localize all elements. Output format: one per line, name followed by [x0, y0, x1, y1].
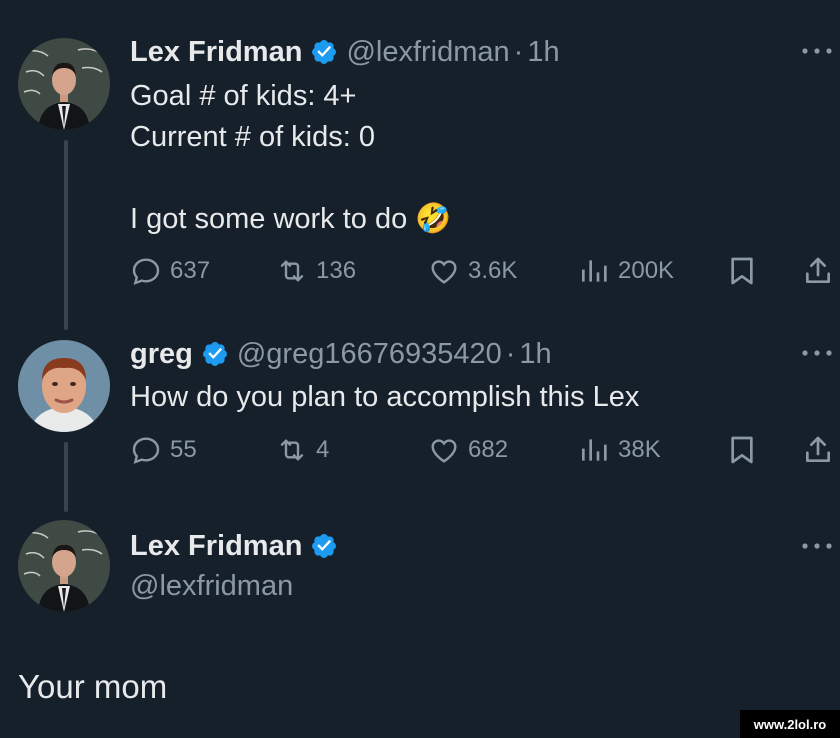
retweet-icon [276, 255, 308, 287]
tweet-header: Lex Fridman [130, 526, 346, 566]
tweet-text: How do you plan to accomplish this Lex [130, 381, 640, 413]
views-icon [578, 434, 610, 466]
reply-icon [130, 255, 162, 287]
share-button[interactable] [802, 251, 834, 291]
display-name[interactable]: greg [130, 338, 193, 371]
verified-badge-icon [201, 340, 229, 368]
verified-badge-icon [310, 38, 338, 66]
greg-avatar-image [18, 340, 110, 432]
timestamp[interactable]: 1h [527, 36, 559, 69]
separator: · [513, 35, 524, 68]
reply-button[interactable]: 637 [130, 251, 210, 291]
reply-button[interactable]: 55 [130, 430, 197, 470]
retweet-button[interactable]: 4 [276, 430, 329, 470]
display-name[interactable]: Lex Fridman [130, 530, 302, 563]
retweet-icon [276, 434, 308, 466]
tweet-header: greg @greg16676935420 · 1h [130, 334, 552, 374]
handle[interactable]: @lexfridman [130, 570, 293, 603]
handle[interactable]: @lexfridman [346, 36, 509, 69]
views-button[interactable]: 200K [578, 251, 674, 291]
retweet-count: 136 [316, 257, 357, 284]
timestamp[interactable]: 1h [519, 338, 551, 371]
watermark: www.2lol.ro [740, 710, 840, 738]
like-button[interactable]: 3.6K [428, 251, 517, 291]
more-icon[interactable] [800, 46, 834, 56]
reply-count: 55 [170, 436, 197, 463]
retweet-button[interactable]: 136 [276, 251, 356, 291]
like-button[interactable]: 682 [428, 430, 508, 470]
thread-line [64, 442, 68, 512]
display-name[interactable]: Lex Fridman [130, 36, 302, 69]
like-icon [428, 255, 460, 287]
lex-avatar-image [18, 38, 110, 130]
handle[interactable]: @greg16676935420 [237, 338, 502, 371]
tweet-handle-row: @lexfridman [130, 566, 293, 606]
separator: · [505, 337, 516, 370]
tweet-actions: 55 4 682 38K [130, 430, 840, 470]
tweet-lexfridman[interactable]: Lex Fridman @lexfridman · 1h Goal # of k… [0, 0, 840, 330]
views-count: 200K [618, 257, 675, 284]
tweet-actions: 637 136 3.6K 200K [130, 251, 840, 291]
views-count: 38K [618, 436, 661, 463]
share-button[interactable] [802, 430, 834, 470]
bookmark-icon [726, 255, 758, 287]
bookmark-icon [726, 434, 758, 466]
retweet-count: 4 [316, 436, 330, 463]
thread-line [64, 140, 68, 330]
views-icon [578, 255, 610, 287]
reply-text: Your mom [18, 668, 168, 705]
tweet-text: Goal # of kids: 4+ Current # of kids: 0 … [130, 80, 452, 235]
bookmark-button[interactable] [726, 251, 758, 291]
bookmark-button[interactable] [726, 430, 758, 470]
like-icon [428, 434, 460, 466]
lex-avatar-image [18, 520, 110, 612]
share-icon [802, 255, 834, 287]
like-count: 3.6K [468, 257, 518, 284]
views-button[interactable]: 38K [578, 430, 661, 470]
verified-badge-icon [310, 532, 338, 560]
share-icon [802, 434, 834, 466]
more-icon[interactable] [800, 541, 834, 551]
reply-count: 637 [170, 257, 211, 284]
reply-icon [130, 434, 162, 466]
tweet-header: Lex Fridman @lexfridman · 1h [130, 32, 560, 72]
avatar[interactable] [18, 520, 110, 612]
like-count: 682 [468, 436, 509, 463]
avatar[interactable] [18, 340, 110, 432]
more-icon[interactable] [800, 348, 834, 358]
tweet-greg[interactable]: greg @greg16676935420 · 1h How do you pl… [0, 330, 840, 520]
avatar[interactable] [18, 38, 110, 130]
